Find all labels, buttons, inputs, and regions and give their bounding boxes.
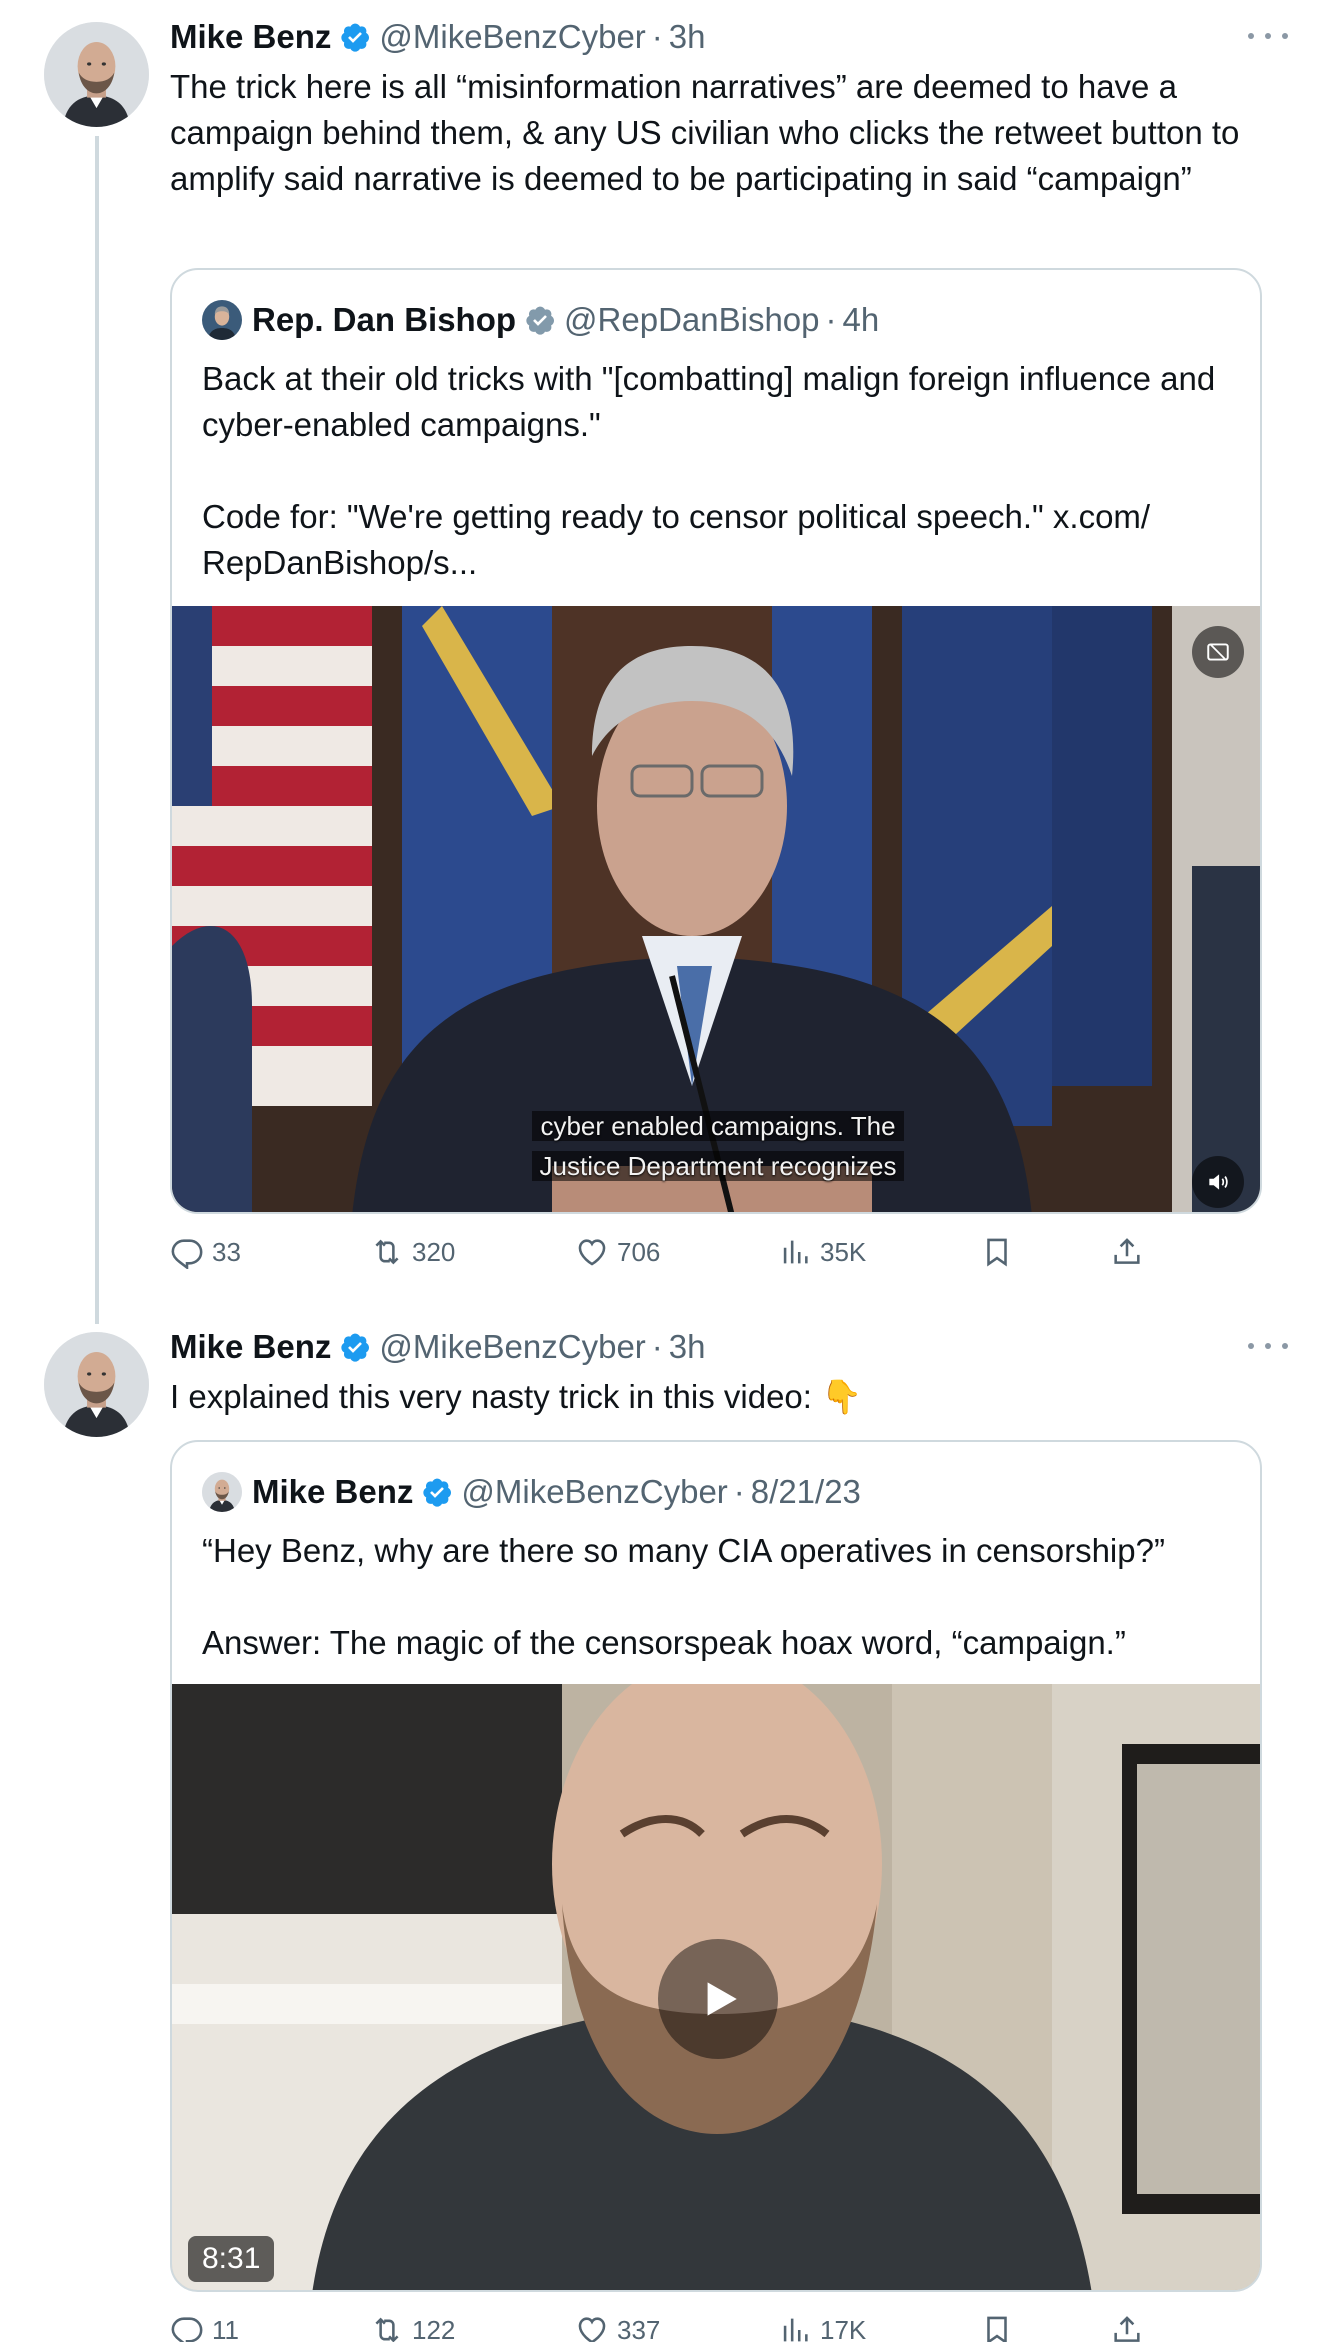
views-icon <box>778 1235 812 1269</box>
tweet-time[interactable]: 3h <box>669 1327 706 1367</box>
share-button[interactable] <box>1110 1235 1152 1269</box>
video-subtitle-line: Justice Department recognizes <box>172 1146 1260 1186</box>
quote-video[interactable]: cyber enabled campaigns. The Justice Dep… <box>172 606 1260 1212</box>
reply-count: 11 <box>212 2314 239 2342</box>
repost-icon <box>370 2313 404 2342</box>
view-count: 35K <box>820 1236 867 1267</box>
quote-author-handle: @RepDanBishop <box>564 301 820 338</box>
reply-button[interactable]: 11 <box>170 2313 239 2342</box>
share-icon <box>1110 2313 1144 2342</box>
reply-count: 33 <box>212 1236 241 1267</box>
more-options-icon[interactable] <box>1248 1336 1288 1356</box>
subtitle-text: cyber enabled campaigns. The <box>532 1111 904 1141</box>
author-avatar[interactable] <box>44 1332 149 1437</box>
tweet-text: The trick here is all “misinformation na… <box>170 68 1240 197</box>
bookmark-button[interactable] <box>980 1235 1022 1269</box>
separator-dot: · <box>651 1328 663 1365</box>
tweet-time[interactable]: 3h <box>669 17 706 57</box>
view-count: 17K <box>820 2314 867 2342</box>
video-duration: 8:31 <box>188 2236 275 2282</box>
play-button[interactable] <box>658 1939 778 2059</box>
share-button[interactable] <box>1110 2313 1152 2342</box>
like-count: 337 <box>617 2314 661 2342</box>
like-button[interactable]: 337 <box>575 2313 660 2342</box>
views-button[interactable]: 35K <box>778 1235 866 1269</box>
verified-badge-icon <box>339 1331 371 1363</box>
reply-button[interactable]: 33 <box>170 1235 241 1269</box>
author-avatar[interactable] <box>44 22 149 127</box>
quote-author-avatar <box>202 1472 242 1512</box>
tweet-header: Mike Benz @MikeBenzCyber · 3h <box>170 1327 706 1367</box>
views-icon <box>778 2313 812 2342</box>
tweet-actions: 11 122 337 17K <box>170 2308 1170 2342</box>
quote-header: Mike Benz @MikeBenzCyber · 8/21/23 <box>202 1472 861 1512</box>
bookmark-icon <box>980 2313 1014 2342</box>
separator-dot: · <box>651 18 663 55</box>
thread-connector-line <box>95 136 99 1324</box>
reply-icon <box>170 1235 204 1269</box>
quote-video[interactable]: 8:31 <box>172 1684 1260 2290</box>
quote-text: Back at their old tricks with "[combatti… <box>202 360 1216 581</box>
verified-badge-icon <box>421 1476 453 1508</box>
separator-dot: · <box>825 301 837 338</box>
like-count: 706 <box>617 1236 661 1267</box>
repost-button[interactable]: 122 <box>370 2313 455 2342</box>
views-button[interactable]: 17K <box>778 2313 866 2342</box>
quote-time: 4h <box>842 301 880 338</box>
quote-header: Rep. Dan Bishop @RepDanBishop · 4h <box>202 300 879 340</box>
bookmark-icon <box>980 1235 1014 1269</box>
play-icon <box>707 1982 737 2016</box>
bookmark-button[interactable] <box>980 2313 1022 2342</box>
quote-time: 8/21/23 <box>750 1473 861 1510</box>
video-subtitle-line: cyber enabled campaigns. The <box>172 1106 1260 1146</box>
quote-author-avatar <box>202 300 242 340</box>
tweet-header: Mike Benz @MikeBenzCyber · 3h <box>170 17 706 57</box>
quote-text: “Hey Benz, why are there so many CIA ope… <box>202 1532 1165 1661</box>
heart-icon <box>575 2313 609 2342</box>
more-options-icon[interactable] <box>1248 26 1288 46</box>
quote-author-name: Mike Benz <box>252 1473 414 1510</box>
like-button[interactable]: 706 <box>575 1235 660 1269</box>
author-name[interactable]: Mike Benz <box>170 17 331 57</box>
verified-badge-icon <box>339 21 371 53</box>
repost-button[interactable]: 320 <box>370 1235 455 1269</box>
author-handle[interactable]: @MikeBenzCyber <box>379 17 645 57</box>
quoted-tweet[interactable]: Mike Benz @MikeBenzCyber · 8/21/23 “Hey … <box>170 1440 1262 2292</box>
repost-icon <box>370 1235 404 1269</box>
tweet-text: I explained this very nasty trick in thi… <box>170 1378 863 1415</box>
captions-toggle-icon[interactable] <box>1192 626 1244 678</box>
author-name[interactable]: Mike Benz <box>170 1327 331 1367</box>
tweet-actions: 33 320 706 35K <box>170 1230 1170 1274</box>
separator-dot: · <box>733 1473 745 1510</box>
heart-icon <box>575 1235 609 1269</box>
share-icon <box>1110 1235 1144 1269</box>
repost-count: 122 <box>412 2314 456 2342</box>
volume-icon[interactable] <box>1192 1156 1244 1208</box>
repost-count: 320 <box>412 1236 456 1267</box>
author-handle[interactable]: @MikeBenzCyber <box>379 1327 645 1367</box>
quoted-tweet[interactable]: Rep. Dan Bishop @RepDanBishop · 4h Back … <box>170 268 1262 1214</box>
reply-icon <box>170 2313 204 2342</box>
quote-author-handle: @MikeBenzCyber <box>461 1473 728 1510</box>
subtitle-text: Justice Department recognizes <box>531 1151 905 1181</box>
verified-gray-badge-icon <box>524 304 556 336</box>
quote-author-name: Rep. Dan Bishop <box>252 301 517 338</box>
